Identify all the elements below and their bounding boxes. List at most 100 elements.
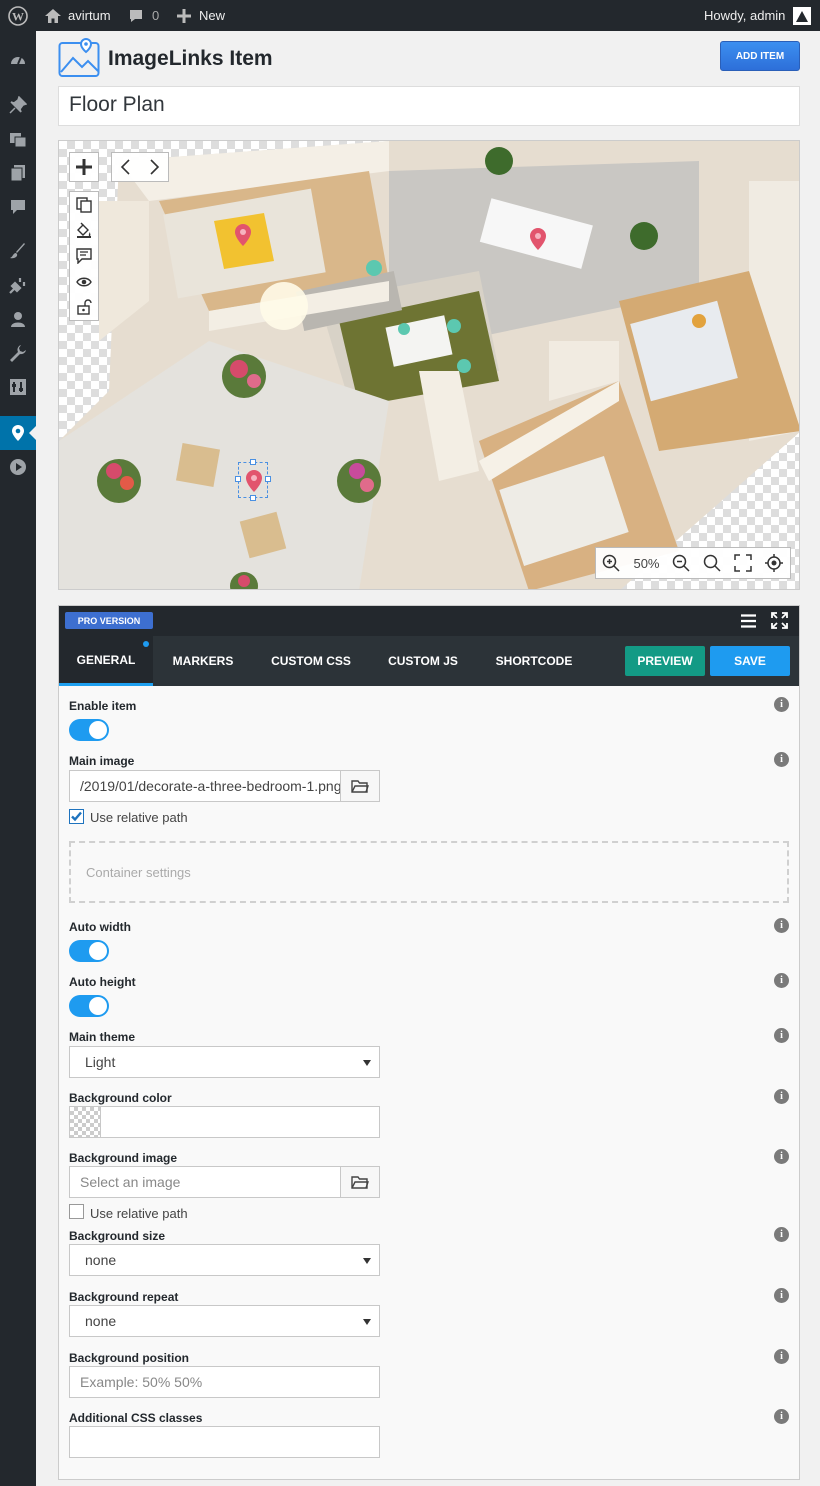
zoom-out-icon[interactable] [672, 554, 691, 572]
background-position-input[interactable]: Example: 50% 50% [69, 1366, 380, 1398]
map-marker-icon[interactable] [234, 223, 252, 247]
main-theme-select[interactable]: Light [69, 1046, 380, 1078]
menu-tools[interactable] [0, 336, 36, 370]
copy-icon[interactable] [76, 197, 92, 213]
info-icon[interactable]: i [774, 1349, 789, 1364]
folder-icon [351, 780, 369, 793]
resize-handle[interactable] [265, 476, 271, 482]
zoom-in-icon[interactable] [602, 554, 621, 572]
background-image-label: Background image [69, 1151, 178, 1165]
brush-icon [10, 243, 25, 259]
zoom-reset-icon[interactable] [703, 554, 721, 572]
background-size-select[interactable]: none [69, 1244, 380, 1276]
menu-dashboard[interactable] [0, 43, 36, 77]
main-theme-label: Main theme [69, 1030, 136, 1044]
unsaved-dot [143, 641, 149, 647]
site-home-link[interactable]: avirtum [44, 0, 111, 31]
media-icon [10, 133, 27, 148]
menu-pages[interactable] [0, 156, 36, 190]
preview-button[interactable]: PREVIEW [625, 646, 705, 676]
main-image-input[interactable]: /2019/01/decorate-a-three-bedroom-1.png [69, 770, 341, 802]
comment-icon[interactable] [76, 248, 92, 264]
wordpress-logo-icon[interactable]: W [8, 0, 28, 31]
tab-custom-css[interactable]: CUSTOM CSS [257, 636, 365, 686]
background-repeat-label: Background repeat [69, 1290, 179, 1304]
imagelinks-logo-icon [58, 38, 100, 77]
resize-handle[interactable] [250, 459, 256, 465]
marker-nav [111, 152, 169, 182]
browse-image-button[interactable] [340, 770, 380, 802]
info-icon[interactable]: i [774, 697, 789, 712]
unlock-icon[interactable] [76, 299, 92, 315]
plugin-icon [9, 278, 26, 294]
info-icon[interactable]: i [774, 1288, 789, 1303]
pro-version-badge[interactable]: PRO VERSION [65, 612, 153, 629]
plus-icon [76, 159, 92, 175]
chevron-right-icon[interactable] [148, 159, 160, 175]
menu-icon[interactable] [741, 614, 756, 628]
eye-icon[interactable] [76, 274, 92, 290]
menu-posts[interactable] [0, 88, 36, 122]
tab-markers[interactable]: MARKERS [157, 636, 249, 686]
enable-item-toggle[interactable] [69, 719, 109, 741]
info-icon[interactable]: i [774, 1227, 789, 1242]
resize-handle[interactable] [250, 495, 256, 501]
save-button[interactable]: SAVE [710, 646, 790, 676]
background-relative-label: Use relative path [90, 1206, 188, 1221]
tab-general[interactable]: GENERAL [59, 636, 153, 686]
menu-users[interactable] [0, 302, 36, 336]
info-icon[interactable]: i [774, 918, 789, 933]
expand-icon[interactable] [771, 612, 788, 629]
info-icon[interactable]: i [774, 1028, 789, 1043]
background-image-input[interactable]: Select an image [69, 1166, 341, 1198]
background-color-input[interactable] [69, 1106, 380, 1138]
auto-height-toggle[interactable] [69, 995, 109, 1017]
comments-link[interactable]: 0 [128, 0, 159, 31]
info-icon[interactable]: i [774, 752, 789, 767]
site-name: avirtum [68, 8, 111, 23]
menu-plugins[interactable] [0, 268, 36, 302]
selected-marker-frame[interactable] [235, 459, 271, 501]
plus-icon [177, 8, 191, 23]
menu-settings[interactable] [0, 370, 36, 404]
browse-background-button[interactable] [340, 1166, 380, 1198]
color-swatch[interactable] [70, 1107, 101, 1137]
menu-imagelinks[interactable] [0, 416, 36, 450]
info-icon[interactable]: i [774, 973, 789, 988]
auto-width-toggle[interactable] [69, 940, 109, 962]
background-repeat-select[interactable]: none [69, 1305, 380, 1337]
css-classes-input[interactable] [69, 1426, 380, 1458]
info-icon[interactable]: i [774, 1089, 789, 1104]
chevron-left-icon[interactable] [120, 159, 132, 175]
background-relative-checkbox[interactable] [69, 1204, 84, 1219]
image-editor-canvas[interactable]: 50% [58, 140, 800, 590]
item-title-input[interactable]: Floor Plan [58, 86, 800, 126]
resize-handle[interactable] [235, 476, 241, 482]
css-classes-label: Additional CSS classes [69, 1411, 203, 1425]
center-target-icon[interactable] [765, 554, 784, 572]
menu-comments[interactable] [0, 190, 36, 224]
paint-bucket-icon[interactable] [76, 222, 92, 239]
map-marker-icon[interactable] [529, 227, 547, 251]
map-marker-icon[interactable] [245, 469, 263, 493]
main-image-relative-checkbox[interactable] [69, 809, 84, 824]
panel-top-bar: PRO VERSION [59, 606, 799, 636]
menu-collapse[interactable] [0, 450, 36, 484]
info-icon[interactable]: i [774, 1149, 789, 1164]
add-marker-button[interactable] [69, 152, 99, 182]
my-account-link[interactable]: Howdy, admin [704, 0, 812, 31]
info-icon[interactable]: i [774, 1409, 789, 1424]
svg-text:W: W [12, 9, 24, 23]
container-settings-section[interactable]: Container settings [69, 841, 789, 903]
marker-toolbar [69, 191, 99, 321]
menu-appearance[interactable] [0, 234, 36, 268]
new-content-link[interactable]: New [177, 0, 225, 31]
admin-bar: W avirtum 0 New Howdy, admin [0, 0, 820, 31]
menu-media[interactable] [0, 122, 36, 156]
tab-custom-js[interactable]: CUSTOM JS [373, 636, 473, 686]
tab-shortcode[interactable]: SHORTCODE [481, 636, 587, 686]
new-label: New [199, 8, 226, 23]
fullscreen-icon[interactable] [734, 554, 753, 572]
add-item-button[interactable]: ADD ITEM [720, 41, 800, 71]
auto-width-label: Auto width [69, 920, 131, 934]
